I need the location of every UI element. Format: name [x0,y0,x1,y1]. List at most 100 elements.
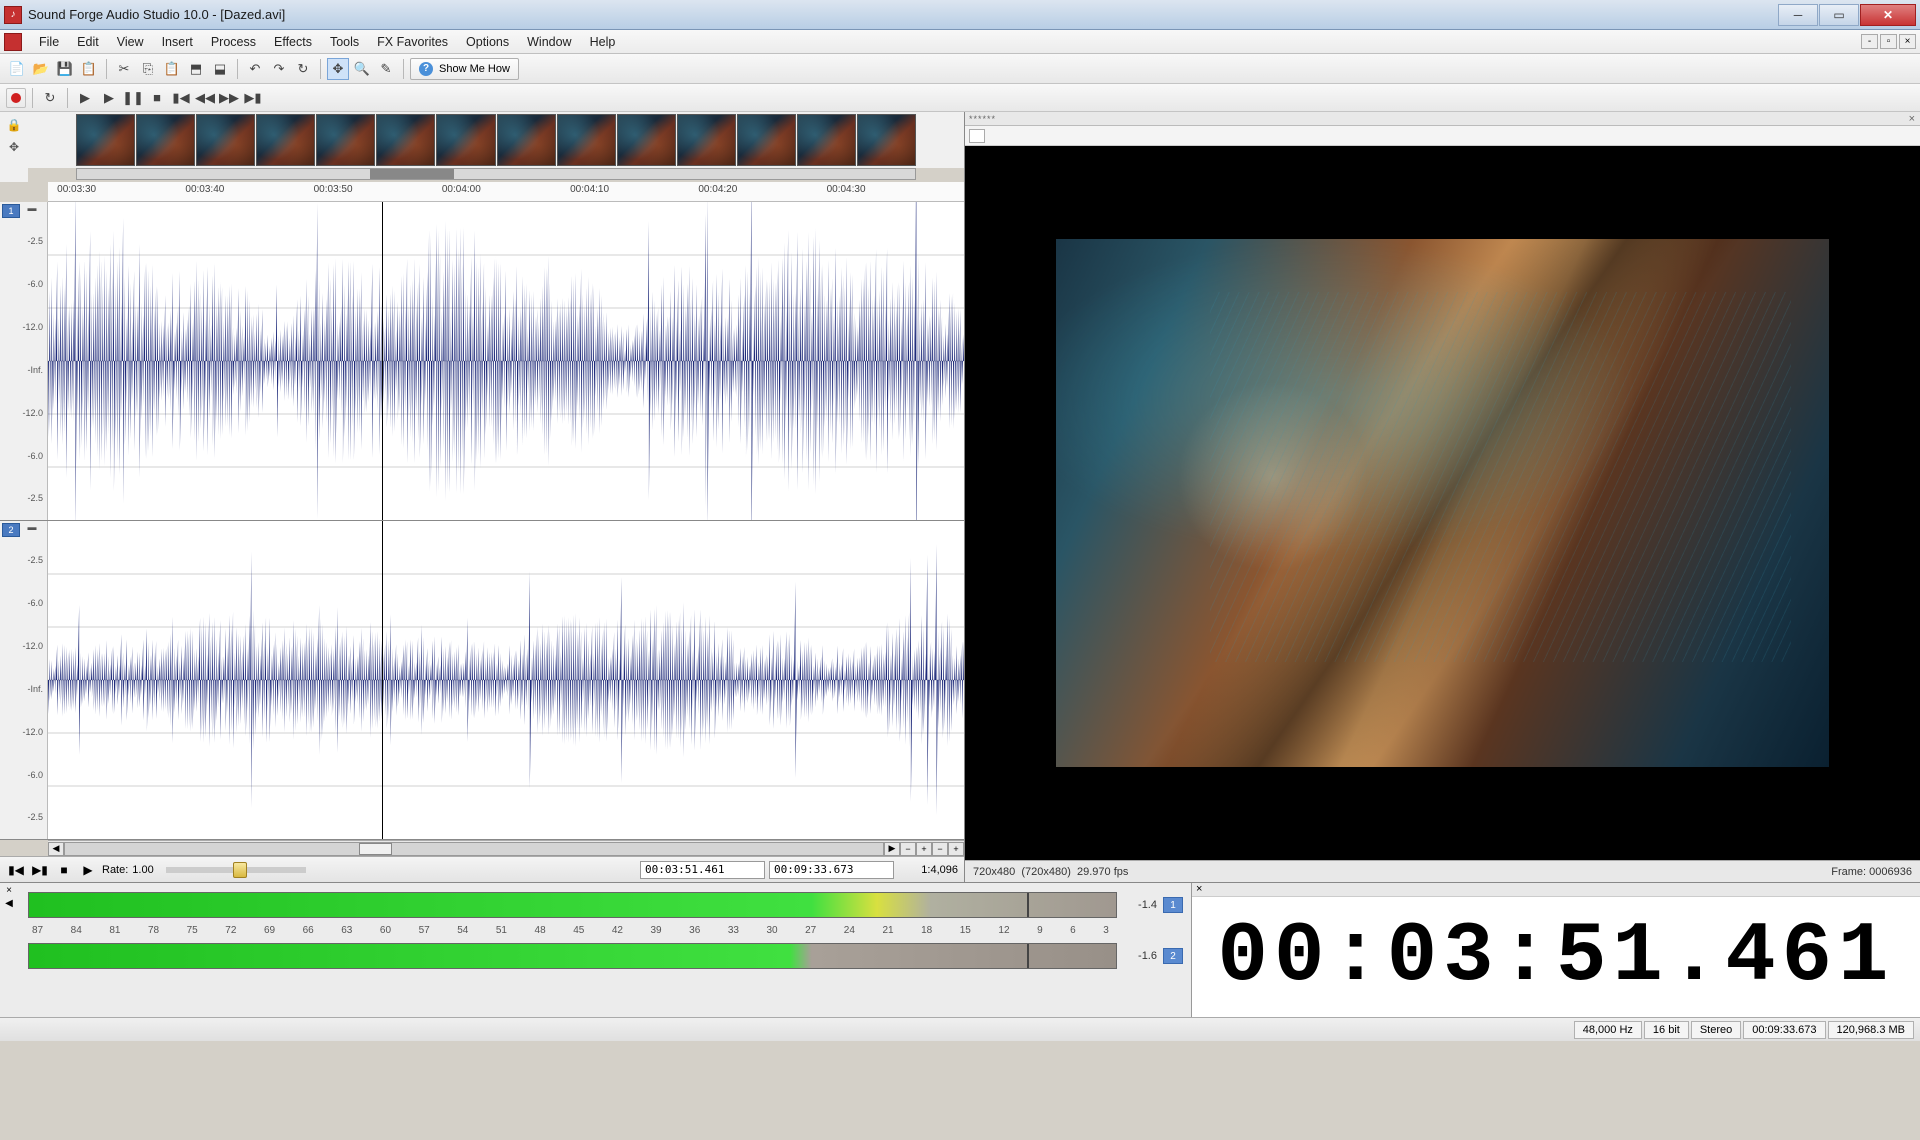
mdi-restore[interactable]: ▫ [1880,34,1897,49]
new-icon[interactable]: 📄 [6,58,28,80]
video-thumbnail-strip[interactable] [28,112,964,168]
menu-options[interactable]: Options [457,33,518,51]
video-header-text: ****** [969,114,996,124]
menu-window[interactable]: Window [518,33,580,51]
nav-go-end-icon[interactable]: ▶▮ [30,861,50,879]
meter-tick: 18 [921,925,932,936]
rate-slider-knob[interactable] [233,862,247,878]
undo-icon[interactable]: ↶ [244,58,266,80]
cut-icon[interactable]: ✂ [113,58,135,80]
time-ruler[interactable]: 00:03:30 00:03:40 00:03:50 00:04:00 00:0… [48,182,964,202]
meter-ch2-badge[interactable]: 2 [1163,948,1183,964]
menu-tools[interactable]: Tools [321,33,368,51]
scroll-left-icon[interactable]: ◀ [48,842,64,856]
channel-1-mute-icon[interactable]: ▬ [28,203,42,215]
position-time-field[interactable] [640,861,765,879]
copy-icon[interactable]: ⎘ [137,58,159,80]
pause-button[interactable]: ❚❚ [122,87,144,109]
playhead[interactable] [382,202,383,520]
menu-help[interactable]: Help [581,33,625,51]
meter-ch1-badge[interactable]: 1 [1163,897,1183,913]
menu-effects[interactable]: Effects [265,33,321,51]
waveform-area[interactable]: 1▬ -2.5 -6.0 -12.0 -Inf. -12.0 -6.0 -2.5 [0,202,964,840]
db-label: -2.5 [0,812,43,822]
mdi-minimize[interactable]: - [1861,34,1878,49]
menu-edit[interactable]: Edit [68,33,108,51]
stop-button[interactable]: ■ [146,87,168,109]
video-pane-close-icon[interactable]: × [1909,113,1916,125]
go-end-button[interactable]: ▶▮ [242,87,264,109]
total-time-field[interactable] [769,861,894,879]
video-frame [1056,239,1830,767]
channel-1-badge[interactable]: 1 [2,204,20,218]
channel-2-mute-icon[interactable]: ▬ [28,522,42,534]
nav-stop-icon[interactable]: ■ [54,861,74,879]
thumbnail [677,114,736,166]
video-frame-number: 0006936 [1869,866,1912,878]
meter-ch1[interactable] [28,892,1117,918]
close-button[interactable]: ✕ [1860,4,1916,26]
menu-fx-favorites[interactable]: FX Favorites [368,33,457,51]
menu-process[interactable]: Process [202,33,265,51]
forward-button[interactable]: ▶▶ [218,87,240,109]
loop-button[interactable]: ↻ [39,87,61,109]
vzoom-out-icon[interactable]: − [932,842,948,856]
repeat-icon[interactable]: ↻ [292,58,314,80]
ruler-tick: 00:03:50 [314,184,353,195]
paste-icon[interactable]: 📋 [161,58,183,80]
db-label: -2.5 [0,236,43,246]
overview-bar[interactable] [76,168,916,180]
mix-icon[interactable]: ⬒ [185,58,207,80]
meters-collapse-icon[interactable]: ◀ [5,898,13,909]
zoom-out-icon[interactable]: − [900,842,916,856]
meter-tick: 72 [225,925,236,936]
help-icon: ? [419,62,433,76]
video-ext-preview-icon[interactable] [969,129,985,143]
menu-file[interactable]: File [30,33,68,51]
play-all-button[interactable]: ▶ [98,87,120,109]
waveform-channel-1[interactable] [48,202,964,520]
play-button[interactable]: ▶ [74,87,96,109]
go-start-button[interactable]: ▮◀ [170,87,192,109]
playhead[interactable] [382,521,383,839]
nav-go-start-icon[interactable]: ▮◀ [6,861,26,879]
trim-icon[interactable]: ⬓ [209,58,231,80]
menu-view[interactable]: View [108,33,153,51]
record-button[interactable] [6,88,26,108]
rate-slider[interactable] [166,867,306,873]
show-me-how-button[interactable]: ? Show Me How [410,58,519,80]
transport-bar: ↻ ▶ ▶ ❚❚ ■ ▮◀ ◀◀ ▶▶ ▶▮ [0,84,1920,112]
vzoom-in-icon[interactable]: + [948,842,964,856]
show-me-how-label: Show Me How [439,63,510,75]
menu-insert[interactable]: Insert [153,33,202,51]
minimize-button[interactable]: ─ [1778,4,1818,26]
open-icon[interactable]: 📂 [30,58,52,80]
scrollbar-thumb[interactable] [359,843,392,855]
video-preview[interactable] [965,146,1920,860]
magnify-tool-icon[interactable]: 🔍 [351,58,373,80]
lock-icon[interactable]: 🔒 [5,116,23,134]
snap-icon[interactable]: ✥ [5,138,23,156]
zoom-in-icon[interactable]: + [916,842,932,856]
save-as-icon[interactable]: 📋 [78,58,100,80]
scroll-right-icon[interactable]: ▶ [884,842,900,856]
menu-bar: File Edit View Insert Process Effects To… [0,30,1920,54]
meter-ch2[interactable] [28,943,1117,969]
mdi-close[interactable]: × [1899,34,1916,49]
maximize-button[interactable]: ▭ [1819,4,1859,26]
rewind-button[interactable]: ◀◀ [194,87,216,109]
save-icon[interactable]: 💾 [54,58,76,80]
meter-tick: 66 [303,925,314,936]
waveform-channel-2[interactable] [48,521,964,839]
channel-2-badge[interactable]: 2 [2,523,20,537]
side-tools: 🔒 ✥ [0,112,28,182]
time-panel-close-icon[interactable]: × [1196,883,1202,896]
meters-close-icon[interactable]: × [6,885,12,896]
nav-play-icon[interactable]: ▶ [78,861,98,879]
big-time-display[interactable]: 00:03:51.461 [1192,897,1920,1017]
pencil-tool-icon[interactable]: ✎ [375,58,397,80]
redo-icon[interactable]: ↷ [268,58,290,80]
horizontal-scrollbar[interactable]: ◀ ▶ − + − + [48,840,964,856]
meter-tick: 6 [1070,925,1076,936]
edit-tool-icon[interactable]: ✥ [327,58,349,80]
